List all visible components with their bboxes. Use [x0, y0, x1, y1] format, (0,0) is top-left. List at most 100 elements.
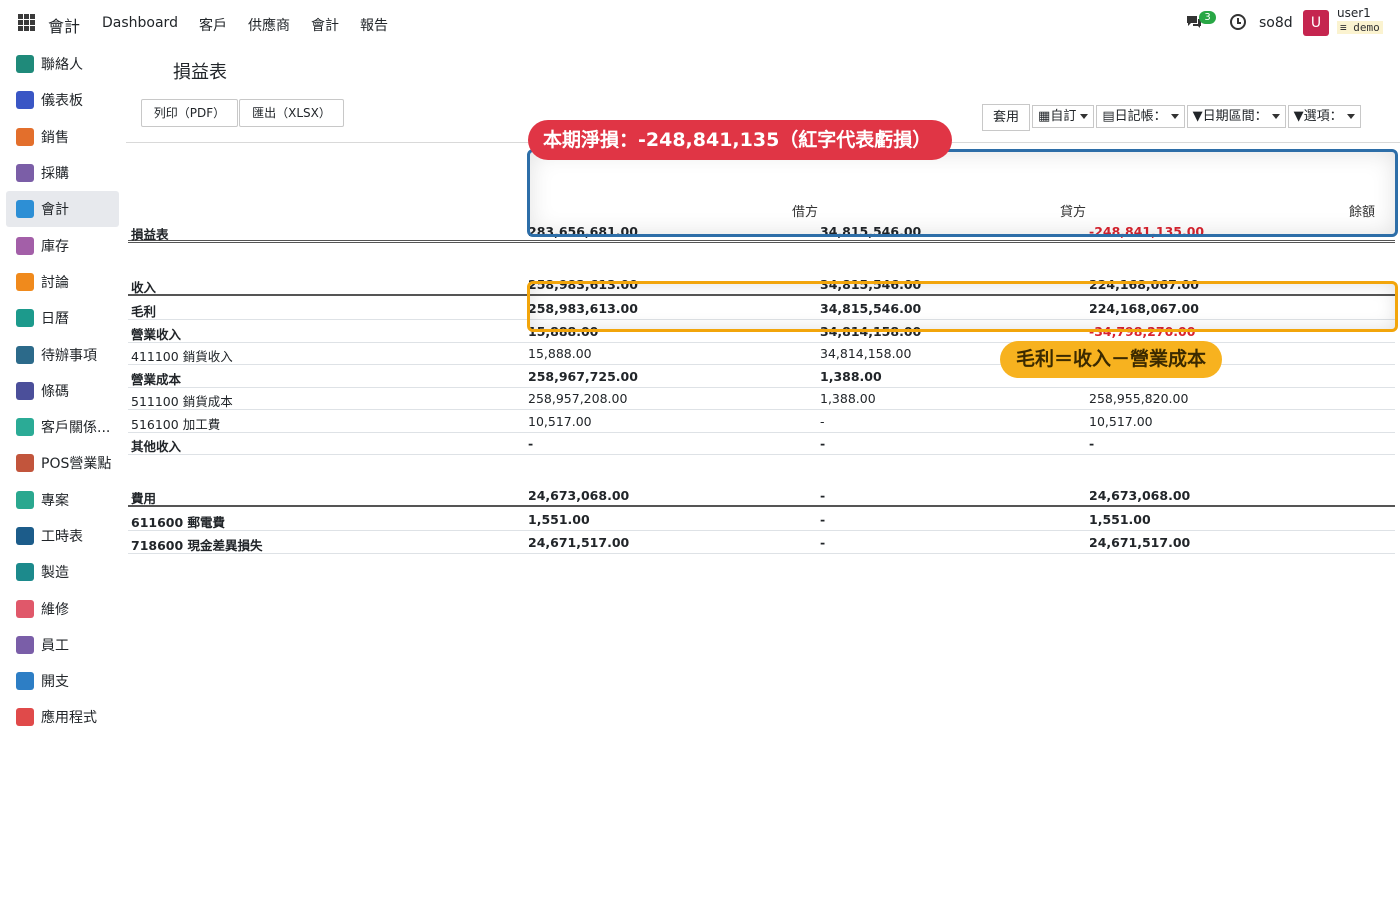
print-pdf-button[interactable]: 列印（PDF） [141, 99, 238, 127]
sidebar-item[interactable]: 會計 [6, 191, 119, 228]
app-icon [16, 309, 34, 328]
sidebar-item[interactable]: 日曆 [6, 300, 119, 336]
sidebar-item-label: 採購 [41, 166, 69, 183]
row-label[interactable]: 收入 [131, 277, 156, 296]
sidebar-item-label: 客戶關係... [41, 420, 111, 437]
activity-clock-icon[interactable] [1230, 14, 1246, 30]
page-title: 損益表 [173, 62, 227, 83]
filter-icon: ▼ [1192, 109, 1203, 124]
user-database-badge: ≡ demo [1337, 21, 1383, 34]
menu-customers[interactable]: 客戶 [199, 15, 227, 35]
sidebar-item[interactable]: 聯絡人 [6, 46, 119, 82]
cell-credit: - [820, 414, 825, 429]
sidebar-item-label: 員工 [41, 637, 69, 654]
sidebar-item[interactable]: 儀表板 [6, 82, 119, 118]
menu-reports[interactable]: 報告 [360, 15, 388, 35]
sidebar-item-label: 討論 [41, 274, 69, 291]
sidebar-item-label: 銷售 [41, 129, 69, 146]
cell-debit: 258,957,208.00 [528, 391, 628, 406]
sidebar-item[interactable]: 員工 [6, 627, 119, 663]
app-sidebar: 聯絡人 儀表板銷售採購會計庫存討論日曆 待辦事項 條碼客戶關係... POS營業點 專案工… [6, 46, 119, 736]
cell-debit: 24,673,068.00 [528, 488, 630, 503]
journal-filter-dropdown[interactable]: ▤日記帳： [1096, 105, 1185, 128]
sidebar-item-label: 工時表 [41, 529, 83, 545]
row-label[interactable]: 毛利 [131, 301, 156, 320]
app-icon [16, 599, 34, 618]
sidebar-item[interactable]: 製造 [6, 554, 119, 590]
app-menu-icon[interactable] [18, 14, 35, 31]
sidebar-item[interactable]: 維修 [6, 590, 119, 626]
options-filter-dropdown[interactable]: ▼選項： [1287, 105, 1361, 128]
table-row[interactable]: 516100 加工費 10,517.00 - 10,517.00 [128, 411, 1395, 433]
table-row[interactable]: 費用 24,673,068.00 - 24,673,068.00 [128, 485, 1395, 507]
menu-dashboard[interactable]: Dashboard [102, 15, 178, 35]
cell-credit: 1,388.00 [820, 369, 882, 384]
sidebar-item[interactable]: 客戶關係... [6, 409, 119, 445]
app-icon [16, 490, 34, 509]
database-name[interactable]: so8d [1259, 15, 1293, 31]
row-label[interactable]: 516100 加工費 [131, 414, 220, 433]
app-icon [16, 200, 34, 219]
sidebar-item[interactable]: 採購 [6, 155, 119, 191]
cell-balance: 24,673,068.00 [1089, 488, 1191, 503]
row-label[interactable]: 其他收入 [131, 436, 181, 455]
user-name[interactable]: user1 [1337, 6, 1371, 20]
sidebar-item[interactable]: 工時表 [6, 518, 119, 554]
custom-filter-dropdown[interactable]: ▦自訂 [1032, 105, 1095, 128]
sidebar-item[interactable]: 開支 [6, 663, 119, 699]
net-loss-callout: 本期淨損：-248,841,135（紅字代表虧損） [528, 120, 953, 160]
cell-balance: 24,671,517.00 [1089, 535, 1191, 550]
cell-balance: 258,955,820.00 [1089, 391, 1189, 406]
filter-icon: ▼ [1293, 109, 1304, 124]
menu-vendors[interactable]: 供應商 [248, 15, 290, 35]
sidebar-item[interactable]: 條碼 [6, 373, 119, 409]
row-label[interactable]: 511100 銷貨成本 [131, 391, 233, 410]
highlight-box-gross [527, 281, 1398, 332]
cell-credit: - [820, 436, 826, 451]
export-xlsx-button[interactable]: 匯出（XLSX） [239, 99, 344, 127]
cell-debit: 24,671,517.00 [528, 535, 630, 550]
sidebar-item-label: 會計 [41, 202, 69, 219]
cell-credit: - [820, 488, 826, 503]
sidebar-item-label: 製造 [41, 565, 69, 582]
app-icon [16, 563, 34, 582]
app-icon [16, 672, 34, 691]
table-row[interactable]: 511100 銷貨成本 258,957,208.00 1,388.00 258,955… [128, 388, 1395, 410]
calendar-icon: ▦ [1038, 109, 1051, 124]
cell-balance: 1,551.00 [1089, 512, 1151, 527]
apply-button[interactable]: 套用 [982, 104, 1031, 131]
row-label[interactable]: 費用 [131, 488, 156, 507]
menu-accounting[interactable]: 會計 [311, 15, 339, 35]
chat-count-badge: 3 [1199, 11, 1216, 24]
chevron-down-icon [1271, 114, 1280, 119]
app-title[interactable]: 會計 [48, 13, 80, 37]
date-range-filter-dropdown[interactable]: ▼日期區間： [1186, 105, 1286, 128]
sidebar-item-label: 應用程式 [41, 710, 97, 727]
database-icon: ≡ [1340, 21, 1347, 34]
table-row[interactable]: 718600 現金差異損失 24,671,517.00 - 24,671,517.00 [128, 532, 1395, 554]
top-navbar: 會計 Dashboard 客戶 供應商 會計 報告 3 so8d U user1… [0, 0, 1400, 46]
row-label[interactable]: 718600 現金差異損失 [131, 535, 263, 554]
row-label[interactable]: 營業收入 [131, 324, 181, 343]
sidebar-item[interactable]: POS營業點 [6, 445, 119, 481]
cell-credit: - [820, 512, 826, 527]
table-row[interactable]: 611600 郵電費 1,551.00 - 1,551.00 [128, 509, 1395, 531]
user-avatar[interactable]: U [1303, 10, 1329, 36]
top-menu: Dashboard 客戶 供應商 會計 報告 [102, 15, 409, 35]
sidebar-item[interactable]: 專案 [6, 482, 119, 518]
cell-debit: 15,888.00 [528, 346, 592, 361]
app-icon [16, 127, 34, 146]
row-label[interactable]: 營業成本 [131, 369, 181, 388]
table-row[interactable]: 其他收入 - - - [128, 433, 1395, 455]
sidebar-item[interactable]: 討論 [6, 264, 119, 300]
row-label[interactable]: 損益表 [131, 224, 169, 243]
sidebar-item[interactable]: 銷售 [6, 119, 119, 155]
sidebar-item[interactable]: 待辦事項 [6, 336, 119, 372]
sidebar-item[interactable]: 應用程式 [6, 699, 119, 735]
sidebar-item[interactable]: 庫存 [6, 227, 119, 263]
row-label[interactable]: 411100 銷貨收入 [131, 346, 233, 365]
chevron-down-icon [1346, 114, 1355, 119]
cell-credit: - [820, 535, 826, 550]
row-label[interactable]: 611600 郵電費 [131, 512, 225, 531]
app-icon [16, 527, 34, 545]
